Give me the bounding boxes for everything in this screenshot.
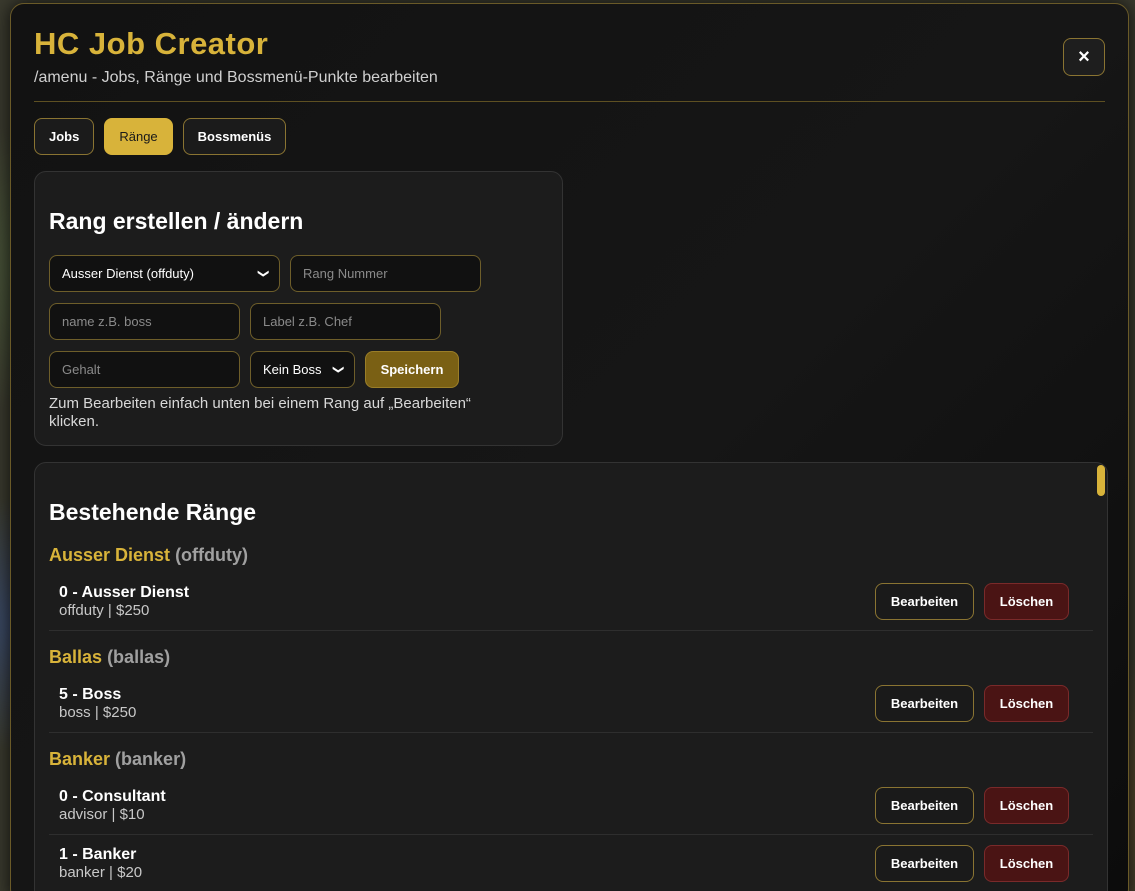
boss-select-value: Kein Boss <box>263 362 322 377</box>
table-row: 0 - Consultant advisor | $10 Bearbeiten … <box>49 778 1093 835</box>
edit-button[interactable]: Bearbeiten <box>875 685 974 722</box>
page-title: HC Job Creator <box>34 26 269 61</box>
group-label: Ausser Dienst <box>49 545 171 565</box>
table-row: 1 - Banker banker | $20 Bearbeiten Lösch… <box>49 836 1093 891</box>
group-code: (offduty) <box>175 545 249 565</box>
save-button[interactable]: Speichern <box>365 351 459 388</box>
chevron-down-icon: ❮ <box>331 364 344 375</box>
table-row: 5 - Boss boss | $250 Bearbeiten Löschen <box>49 676 1093 733</box>
group-title: Ballas (ballas) <box>49 647 170 668</box>
group-title: Ausser Dienst (offduty) <box>49 545 248 566</box>
form-hint: Zum Bearbeiten einfach unten bei einem R… <box>49 395 471 430</box>
ranks-list: Bestehende Ränge Ausser Dienst (offduty)… <box>34 462 1108 891</box>
tab-bar: Jobs Ränge Bossmenüs <box>34 118 287 155</box>
rank-number-input[interactable]: Rang Nummer <box>290 255 481 292</box>
rank-meta: boss | $250 <box>59 704 137 721</box>
scrollbar-thumb[interactable] <box>1097 465 1105 496</box>
edit-button[interactable]: Bearbeiten <box>875 845 974 882</box>
edit-button[interactable]: Bearbeiten <box>875 583 974 620</box>
group-code: (banker) <box>115 749 187 769</box>
list-title: Bestehende Ränge <box>49 499 257 525</box>
rank-meta: banker | $20 <box>59 864 143 881</box>
rank-meta: advisor | $10 <box>59 806 145 823</box>
modal-header: HC Job Creator /amenu - Jobs, Ränge und … <box>34 26 1105 102</box>
group-code: (ballas) <box>107 647 171 667</box>
delete-button[interactable]: Löschen <box>984 685 1069 722</box>
page-subtitle: /amenu - Jobs, Ränge und Bossmenü-Punkte… <box>34 69 438 86</box>
tab-raenge[interactable]: Ränge <box>104 118 173 155</box>
name-input[interactable]: name z.B. boss <box>49 303 240 340</box>
rank-name: 1 - Banker <box>59 846 137 863</box>
group-label: Banker <box>49 749 111 769</box>
group-title: Banker (banker) <box>49 749 186 770</box>
tab-bossmenues[interactable]: Bossmenüs <box>182 118 287 155</box>
job-creator-modal: HC Job Creator /amenu - Jobs, Ränge und … <box>10 3 1129 891</box>
rank-meta: offduty | $250 <box>59 602 150 619</box>
delete-button[interactable]: Löschen <box>984 787 1069 824</box>
rank-name: 0 - Ausser Dienst <box>59 584 190 601</box>
edit-button[interactable]: Bearbeiten <box>875 787 974 824</box>
salary-input[interactable]: Gehalt <box>49 351 240 388</box>
group-label: Ballas <box>49 647 103 667</box>
chevron-down-icon: ❮ <box>256 268 269 279</box>
delete-button[interactable]: Löschen <box>984 845 1069 882</box>
boss-select[interactable]: Kein Boss ❮ <box>250 351 355 388</box>
rank-name: 0 - Consultant <box>59 788 166 805</box>
delete-button[interactable]: Löschen <box>984 583 1069 620</box>
tab-jobs[interactable]: Jobs <box>34 118 95 155</box>
label-input[interactable]: Label z.B. Chef <box>250 303 441 340</box>
rank-form-card: Rang erstellen / ändern Ausser Dienst (o… <box>34 171 563 446</box>
job-select[interactable]: Ausser Dienst (offduty) ❮ <box>49 255 280 292</box>
job-select-value: Ausser Dienst (offduty) <box>62 266 194 281</box>
close-button[interactable]: × <box>1063 38 1105 76</box>
form-title: Rang erstellen / ändern <box>49 208 304 234</box>
rank-name: 5 - Boss <box>59 686 122 703</box>
close-icon: × <box>1078 45 1090 68</box>
table-row: 0 - Ausser Dienst offduty | $250 Bearbei… <box>49 574 1093 631</box>
